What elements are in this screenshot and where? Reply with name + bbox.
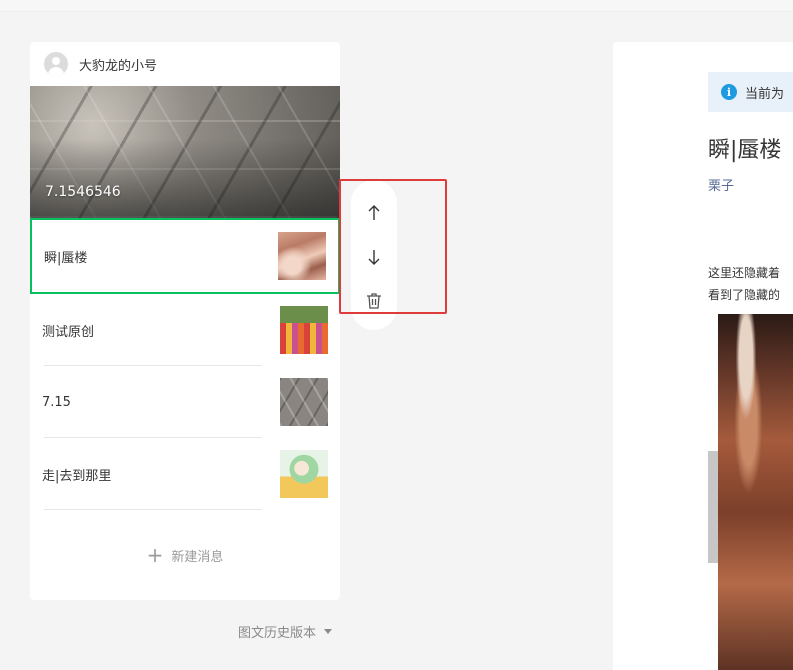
article-body: 这里还隐藏着 看到了隐藏的	[708, 262, 793, 306]
info-icon: i	[721, 84, 737, 100]
article-preview-panel: i 当前为 瞬|蜃楼 栗子 这里还隐藏着 看到了隐藏的	[613, 42, 793, 670]
arrow-up-icon	[368, 205, 380, 220]
list-item-selected[interactable]: 瞬|蜃楼	[30, 218, 340, 294]
preview-notice-bar: i 当前为	[708, 72, 793, 112]
flower-field-thumbnail	[280, 306, 328, 354]
history-version-dropdown[interactable]: 图文历史版本	[238, 622, 333, 641]
arrow-down-icon	[368, 250, 380, 265]
list-item-title: 测试原创	[42, 324, 95, 340]
delete-button[interactable]	[351, 281, 397, 321]
list-item-title: 走|去到那里	[42, 468, 112, 484]
move-up-button[interactable]	[351, 193, 397, 233]
canyon-rock-image	[718, 314, 793, 670]
new-message-button[interactable]: + 新建消息	[30, 540, 340, 570]
list-item-title: 7.15	[42, 394, 71, 410]
list-item[interactable]: 7.15	[30, 366, 340, 438]
divider	[44, 509, 262, 510]
caret-down-icon	[324, 629, 333, 634]
cover-article[interactable]: 7.1546546	[30, 86, 340, 218]
list-item-title: 瞬|蜃楼	[44, 250, 88, 266]
article-title: 瞬|蜃楼	[708, 138, 782, 163]
article-author-link[interactable]: 栗子	[708, 175, 734, 194]
item-action-toolbar	[351, 180, 397, 330]
account-header: 大豹龙的小号	[30, 42, 340, 86]
move-down-button[interactable]	[351, 237, 397, 277]
history-version-label: 图文历史版本	[238, 626, 317, 641]
cover-article-title: 7.1546546	[45, 184, 121, 200]
preview-notice-text: 当前为	[745, 86, 785, 102]
article-body-line: 看到了隐藏的	[708, 288, 781, 302]
list-item[interactable]: 走|去到那里	[30, 438, 340, 510]
avatar-icon	[44, 52, 68, 76]
plus-icon: +	[146, 543, 164, 567]
account-name: 大豹龙的小号	[79, 58, 158, 74]
trash-icon	[367, 293, 381, 309]
message-list-card: 大豹龙的小号 7.1546546 瞬|蜃楼 测试原创 7.15 走|去到那里 +…	[30, 42, 340, 600]
article-body-line: 这里还隐藏着	[708, 266, 781, 280]
scrollbar-thumb[interactable]	[708, 451, 718, 563]
sand-dune-thumbnail	[278, 232, 326, 280]
ceiling-thumbnail	[280, 378, 328, 426]
anime-girl-thumbnail	[280, 450, 328, 498]
top-bar	[0, 0, 793, 12]
list-item[interactable]: 测试原创	[30, 294, 340, 366]
new-message-label: 新建消息	[171, 549, 224, 565]
